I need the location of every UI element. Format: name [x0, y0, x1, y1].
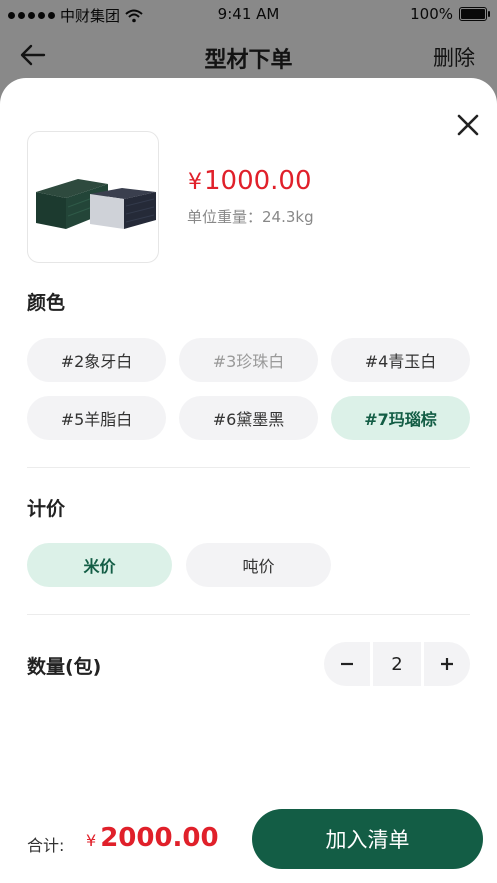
pricing-option-ton[interactable]: 吨价	[186, 543, 331, 587]
product-image	[27, 131, 159, 263]
unit-weight: 单位重量：24.3kg	[187, 208, 314, 226]
quantity-value[interactable]: 2	[373, 642, 421, 686]
color-option-ink-black[interactable]: #6黛墨黑	[179, 396, 318, 440]
close-icon[interactable]	[455, 112, 481, 138]
total-price: ¥2000.00	[86, 823, 219, 853]
quantity-stepper: 2	[324, 642, 470, 686]
order-sheet: ¥1000.00 单位重量：24.3kg 颜色 #2象牙白 #3珍珠白 #4青玉…	[0, 78, 497, 883]
divider	[27, 614, 470, 615]
pricing-option-meter[interactable]: 米价	[27, 543, 172, 587]
price-value: 1000.00	[204, 166, 312, 196]
plus-icon	[441, 658, 453, 670]
color-section-title: 颜色	[27, 292, 66, 314]
total-value: 2000.00	[100, 823, 219, 853]
divider	[27, 467, 470, 468]
price-currency: ¥	[188, 170, 202, 195]
color-option-mutton-fat[interactable]: #5羊脂白	[27, 396, 166, 440]
total-currency: ¥	[86, 831, 97, 850]
color-option-agate-brown[interactable]: #7玛瑙棕	[331, 396, 470, 440]
add-to-list-button[interactable]: 加入清单	[252, 809, 483, 869]
color-option-jade[interactable]: #4青玉白	[331, 338, 470, 382]
total-label: 合计:	[27, 836, 65, 855]
increase-button[interactable]	[424, 642, 470, 686]
color-option-ivory[interactable]: #2象牙白	[27, 338, 166, 382]
pricing-section-title: 计价	[27, 498, 66, 520]
decrease-button[interactable]	[324, 642, 370, 686]
quantity-label: 数量(包)	[27, 656, 102, 678]
minus-icon	[341, 662, 353, 666]
color-option-pearl[interactable]: #3珍珠白	[179, 338, 318, 382]
product-price: ¥1000.00	[188, 166, 312, 196]
